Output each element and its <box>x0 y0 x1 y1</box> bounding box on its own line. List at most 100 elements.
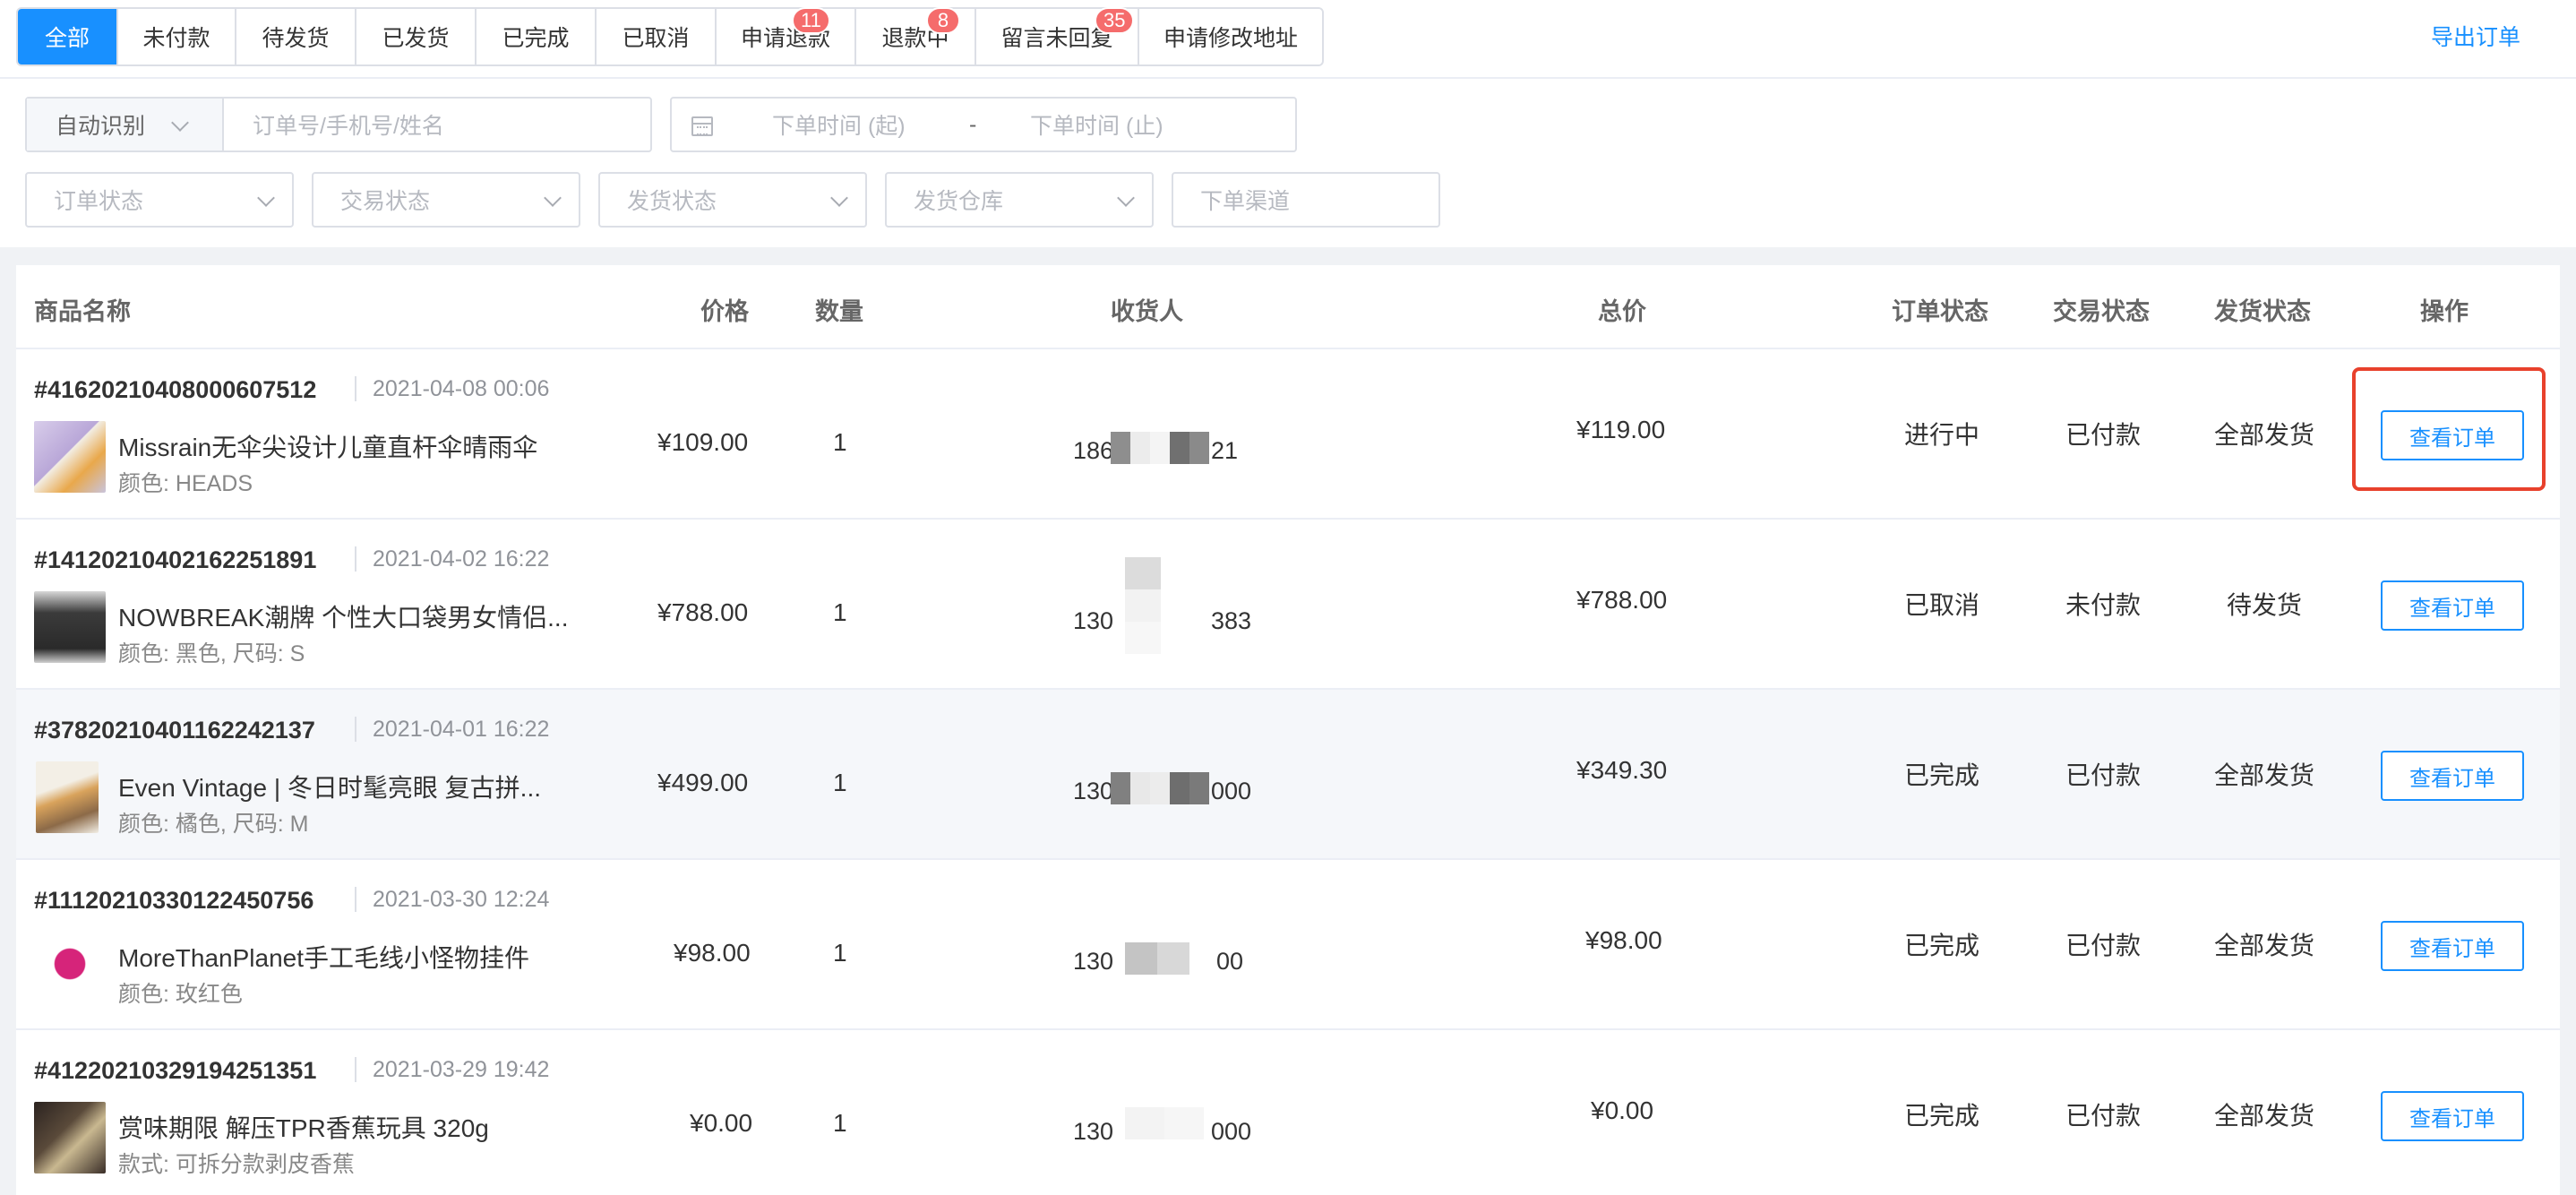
receiver-phone: 130 <box>1073 948 1113 976</box>
phone-suffix: 000 <box>1211 1118 1252 1145</box>
total-price: ¥349.30 <box>1576 756 1668 784</box>
order-status: 已完成 <box>1904 761 1980 789</box>
table-row: #11120210330122450756 2021-03-30 12:24 M… <box>16 860 2560 1030</box>
refunding-count-badge: 8 <box>926 7 960 34</box>
total-price: ¥98.00 <box>1585 926 1662 954</box>
price: ¥788.00 <box>657 598 749 626</box>
chevron-down-icon <box>830 189 848 207</box>
ship-status: 待发货 <box>2227 591 2303 619</box>
col-total: 总价 <box>1598 298 1646 325</box>
quantity: 1 <box>833 769 847 796</box>
warehouse-placeholder: 发货仓库 <box>914 189 1004 214</box>
ship-status-select[interactable]: 发货状态 <box>598 172 867 228</box>
product-name[interactable]: Even Vintage | 冬日时髦亮眼 复古拼... <box>118 769 566 804</box>
tab-completed[interactable]: 已完成 <box>475 9 595 64</box>
chevron-down-icon <box>544 189 562 207</box>
phone-mosaic <box>1111 772 1209 804</box>
order-status: 已取消 <box>1904 591 1980 619</box>
order-status-tabs: 全部 未付款 待发货 已发货 已完成 已取消 申请退款 11 退款中 8 留言未… <box>16 7 1324 66</box>
order-number: #11120210330122450756 <box>34 887 314 914</box>
view-order-button[interactable]: 查看订单 <box>2381 410 2524 460</box>
calendar-icon <box>691 116 713 136</box>
order-status-placeholder: 订单状态 <box>54 189 144 214</box>
tab-label: 待发货 <box>262 26 330 51</box>
total-price: ¥788.00 <box>1576 586 1668 614</box>
export-orders-link[interactable]: 导出订单 <box>2431 20 2520 52</box>
view-order-button[interactable]: 查看订单 <box>2381 921 2524 971</box>
order-status-select[interactable]: 订单状态 <box>25 172 294 228</box>
tab-refund-request[interactable]: 申请退款 11 <box>715 7 854 64</box>
order-status: 已完成 <box>1904 1102 1980 1130</box>
channel-placeholder: 下单渠道 <box>1200 189 1291 214</box>
tab-label: 未付款 <box>142 26 210 51</box>
date-range-picker[interactable]: 下单时间 (起) - 下单时间 (止) <box>670 97 1297 152</box>
col-price: 价格 <box>700 298 749 325</box>
total-price: ¥119.00 <box>1576 416 1666 443</box>
order-number: #41220210329194251351 <box>34 1057 317 1084</box>
filter-panel: 自动识别 订单号/手机号/姓名 下单时间 (起) - 下单时间 (止) 订单状态… <box>0 77 2576 247</box>
quantity: 1 <box>833 428 847 456</box>
quantity: 1 <box>833 1109 847 1137</box>
product-name[interactable]: 赏味期限 解压TPR香蕉玩具 320g <box>118 1109 593 1145</box>
date-end-input[interactable]: 下单时间 (止) <box>1030 108 1163 141</box>
ship-status-placeholder: 发货状态 <box>627 189 717 214</box>
phone-prefix: 130 <box>1073 607 1114 634</box>
tab-label: 已发货 <box>382 26 450 51</box>
unreplied-count-badge: 35 <box>1095 7 1135 34</box>
product-thumbnail <box>34 421 106 493</box>
tab-refunding[interactable]: 退款中 8 <box>854 7 975 64</box>
tab-all[interactable]: 全部 <box>18 9 116 64</box>
trade-status: 已付款 <box>2065 421 2142 449</box>
phone-suffix: 000 <box>1211 778 1252 804</box>
order-time: 2021-03-30 12:24 <box>355 887 549 912</box>
view-order-button[interactable]: 查看订单 <box>2381 1091 2524 1141</box>
tab-unpaid[interactable]: 未付款 <box>116 9 235 64</box>
price: ¥499.00 <box>657 769 749 796</box>
status-tab-bar: 全部 未付款 待发货 已发货 已完成 已取消 申请退款 11 退款中 8 留言未… <box>0 0 2576 77</box>
price: ¥98.00 <box>674 939 751 967</box>
search-input[interactable]: 订单号/手机号/姓名 <box>253 108 444 141</box>
ship-status: 全部发货 <box>2214 421 2315 449</box>
order-number: #14120210402162251891 <box>34 546 317 573</box>
col-action: 操作 <box>2420 298 2469 325</box>
trade-status-select[interactable]: 交易状态 <box>312 172 580 228</box>
col-trade-status: 交易状态 <box>2053 298 2150 325</box>
product-spec: 颜色: 黑色, 尺码: S <box>118 641 305 666</box>
table-row: #37820210401162242137 2021-04-01 16:22 E… <box>16 690 2560 860</box>
view-order-button[interactable]: 查看订单 <box>2381 580 2524 631</box>
phone-mosaic <box>1125 1107 1204 1139</box>
product-name[interactable]: NOWBREAK潮牌 个性大口袋男女情侣... <box>118 598 593 634</box>
search-field: 自动识别 订单号/手机号/姓名 <box>25 97 652 152</box>
receiver-phone: 130 <box>1073 1118 1113 1146</box>
price: ¥109.00 <box>657 428 749 456</box>
product-thumbnail <box>36 761 99 833</box>
receiver-phone: 130 <box>1073 778 1113 805</box>
order-number: #41620210408000607512 <box>34 376 317 403</box>
order-status: 已完成 <box>1904 932 1980 959</box>
table-row: #14120210402162251891 2021-04-02 16:22 N… <box>16 520 2560 690</box>
tab-cancelled[interactable]: 已取消 <box>595 9 715 64</box>
search-type-select[interactable]: 自动识别 <box>27 99 224 150</box>
order-time: 2021-04-01 16:22 <box>355 717 549 742</box>
product-spec: 款式: 可拆分款剥皮香蕉 <box>118 1152 355 1177</box>
tab-shipped[interactable]: 已发货 <box>355 9 475 64</box>
product-name[interactable]: MoreThanPlanet手工毛线小怪物挂件 <box>118 939 593 975</box>
table-header: 商品名称 价格 数量 收货人 总价 订单状态 交易状态 发货状态 操作 <box>16 265 2560 349</box>
order-status: 进行中 <box>1904 421 1980 449</box>
channel-input[interactable]: 下单渠道 <box>1172 172 1440 228</box>
product-name[interactable]: Missrain无伞尖设计儿童直杆伞晴雨伞 <box>118 428 593 464</box>
view-order-button[interactable]: 查看订单 <box>2381 751 2524 801</box>
product-spec: 颜色: 玫红色 <box>118 982 243 1007</box>
phone-prefix: 130 <box>1073 948 1114 975</box>
chevron-down-icon <box>171 114 189 132</box>
date-start-input[interactable]: 下单时间 (起) <box>772 108 906 141</box>
order-number: #37820210401162242137 <box>34 717 315 744</box>
total-price: ¥0.00 <box>1591 1096 1654 1124</box>
warehouse-select[interactable]: 发货仓库 <box>885 172 1154 228</box>
tab-unreplied-messages[interactable]: 留言未回复 35 <box>975 7 1138 64</box>
trade-status: 未付款 <box>2065 591 2142 619</box>
order-time: 2021-04-08 00:06 <box>355 376 549 401</box>
tab-address-change[interactable]: 申请修改地址 <box>1138 9 1322 64</box>
tab-label: 全部 <box>44 26 90 51</box>
tab-to-ship[interactable]: 待发货 <box>235 9 355 64</box>
